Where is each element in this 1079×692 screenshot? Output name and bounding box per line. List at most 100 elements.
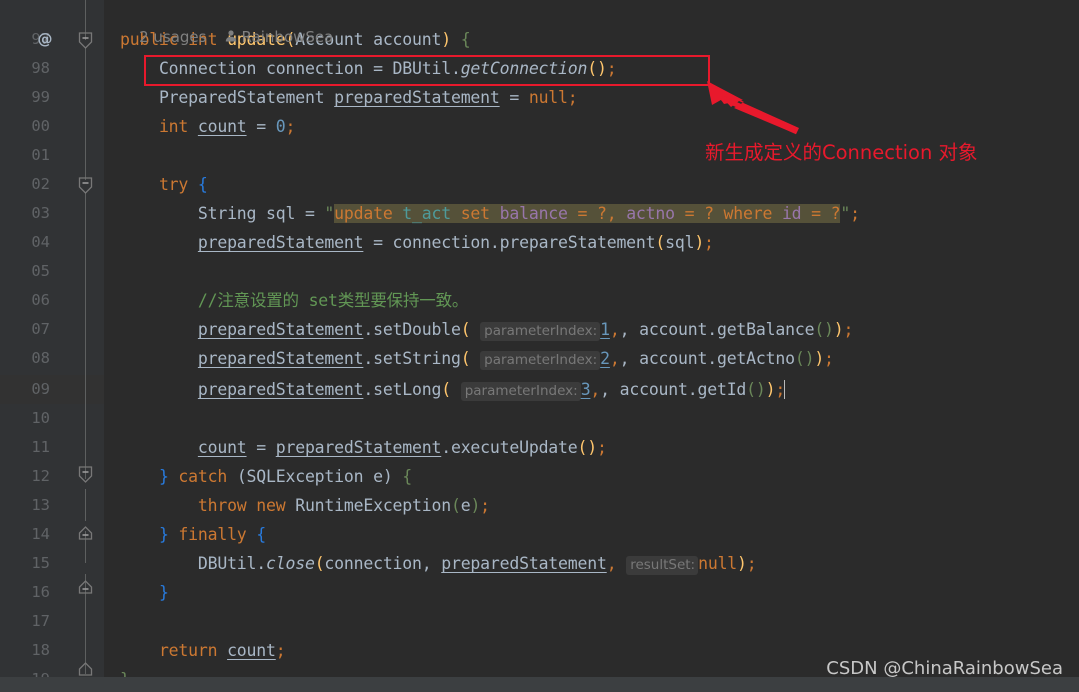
token-number: 2 — [600, 349, 610, 368]
token-variable: count — [197, 117, 247, 136]
sql-column: balance — [499, 204, 568, 223]
fold-collapse-icon[interactable] — [78, 466, 93, 483]
parameter-hint: parameterIndex: — [460, 382, 581, 401]
fold-expand-icon[interactable] — [78, 524, 93, 541]
line-number: 06 — [31, 291, 50, 309]
line-number: 12 — [31, 467, 50, 485]
usages-label[interactable]: 2 usages — [139, 28, 206, 46]
token-paren: () — [746, 380, 766, 399]
token-semicolon: ; — [843, 320, 854, 339]
parameter-hint: resultSet: — [626, 556, 699, 575]
annotation-text: 新生成定义的Connection 对象 — [705, 141, 978, 164]
code-line-105[interactable] — [104, 257, 120, 286]
token-paren: ( — [450, 496, 461, 515]
line-number: 01 — [31, 146, 50, 164]
token-variable: preparedStatement — [197, 380, 364, 399]
code-line-110[interactable] — [104, 404, 120, 433]
token-paren: ( — [441, 380, 451, 399]
code-fold-rail — [85, 47, 86, 180]
token-keyword: null — [528, 88, 568, 107]
code-vision-bar[interactable]: 2 usages RainbowSea — [120, 0, 333, 46]
code-line-102[interactable]: try { — [104, 170, 208, 199]
token-static-method: getConnection — [460, 59, 588, 78]
token-brace: } — [158, 583, 169, 602]
code-line-103[interactable]: String sql = "update t_act set balance =… — [104, 199, 860, 228]
code-line-99[interactable]: PreparedStatement preparedStatement = nu… — [104, 83, 578, 112]
code-line-109[interactable]: preparedStatement.setLong( parameterInde… — [104, 375, 785, 404]
token-call: .setString — [363, 349, 461, 368]
sql-keyword: where — [723, 204, 773, 223]
line-number: 02 — [31, 175, 50, 193]
token-semicolon: ; — [285, 117, 296, 136]
fold-collapse-icon[interactable] — [78, 32, 93, 49]
token-static-method: close — [266, 554, 315, 573]
token-brace: { — [402, 467, 413, 486]
token-call: .executeUpdate — [441, 438, 578, 457]
token-variable: preparedStatement — [197, 233, 364, 252]
token-paren: ) — [765, 380, 776, 399]
fold-expand-icon[interactable] — [78, 660, 93, 677]
code-line-98[interactable]: Connection connection = DBUtil.getConnec… — [104, 54, 617, 83]
token-number: 3 — [580, 380, 591, 399]
token-comment: //注意设置的 set类型要保持一致。 — [197, 291, 469, 310]
editor-text-area[interactable]: public int update(Account account) { Con… — [104, 0, 1079, 689]
token-call: = connection.prepareStatement — [363, 233, 656, 252]
parameter-hint: parameterIndex: — [480, 351, 601, 370]
token-semicolon: ; — [704, 233, 714, 252]
code-line-104[interactable]: preparedStatement = connection.prepareSt… — [104, 228, 714, 257]
token-paren: ( — [236, 467, 247, 486]
token-call: .setDouble — [363, 320, 461, 339]
code-line-108[interactable]: preparedStatement.setString( parameterIn… — [104, 344, 834, 373]
sql-table: t_act — [402, 204, 451, 223]
code-line-106[interactable]: //注意设置的 set类型要保持一致。 — [104, 286, 469, 315]
line-number: 08 — [31, 349, 50, 367]
code-line-114[interactable]: } finally { — [104, 520, 266, 549]
annotation-marker-icon[interactable]: @ — [36, 25, 54, 54]
code-line-101[interactable] — [104, 141, 120, 170]
token-paren: ) — [737, 554, 747, 573]
token-brace: { — [460, 30, 471, 49]
author-label[interactable]: RainbowSea — [241, 28, 333, 46]
token-semicolon: ; — [606, 59, 617, 78]
text-caret — [784, 380, 786, 399]
token-keyword: catch — [178, 467, 228, 486]
line-number-current: 09 — [31, 380, 50, 398]
fold-expand-icon[interactable] — [78, 578, 93, 595]
token-variable: preparedStatement — [197, 320, 364, 339]
token-arg: , account.getActno — [619, 349, 795, 368]
editor-gutter[interactable]: 97 @ 98 99 00 01 02 03 04 05 06 07 08 09… — [0, 0, 104, 688]
token-semicolon: ; — [567, 88, 578, 107]
code-line-115[interactable]: DBUtil.close(connection, preparedStateme… — [104, 549, 757, 578]
token-paren: ( — [655, 233, 666, 252]
code-line-117[interactable] — [104, 607, 120, 636]
code-fold-rail — [85, 489, 86, 521]
code-line-113[interactable]: throw new RuntimeException(e); — [104, 491, 490, 520]
token-quote: " — [324, 204, 335, 223]
sql-column: id — [781, 204, 802, 223]
line-number: 11 — [31, 438, 50, 456]
token-call: .setLong — [363, 380, 442, 399]
token-paren: ) — [814, 349, 825, 368]
token-semicolon: ; — [850, 204, 860, 223]
parameter-hint: parameterIndex: — [480, 322, 601, 341]
token-comma: , — [590, 380, 601, 399]
line-number: 03 — [31, 204, 50, 222]
token-comma: , — [606, 554, 627, 573]
line-number: 10 — [31, 409, 50, 427]
code-line-111[interactable]: count = preparedStatement.executeUpdate(… — [104, 433, 607, 462]
token-paren: () — [587, 59, 607, 78]
code-line-100[interactable]: int count = 0; — [104, 112, 295, 141]
token-paren: ( — [460, 320, 471, 339]
token-number: 1 — [600, 320, 610, 339]
fold-collapse-icon[interactable] — [78, 177, 93, 194]
code-line-116[interactable]: } — [104, 578, 169, 607]
code-line-118[interactable]: return count; — [104, 636, 286, 665]
token-keyword: throw — [197, 496, 247, 515]
token-keyword: try — [158, 175, 189, 194]
line-number: 04 — [31, 233, 50, 251]
token-arg: sql — [665, 233, 695, 252]
token-brace: { — [197, 175, 208, 194]
code-line-112[interactable]: } catch (SQLException e) { — [104, 462, 412, 491]
code-line-107[interactable]: preparedStatement.setDouble( parameterIn… — [104, 315, 853, 344]
token-paren: ( — [314, 554, 325, 573]
